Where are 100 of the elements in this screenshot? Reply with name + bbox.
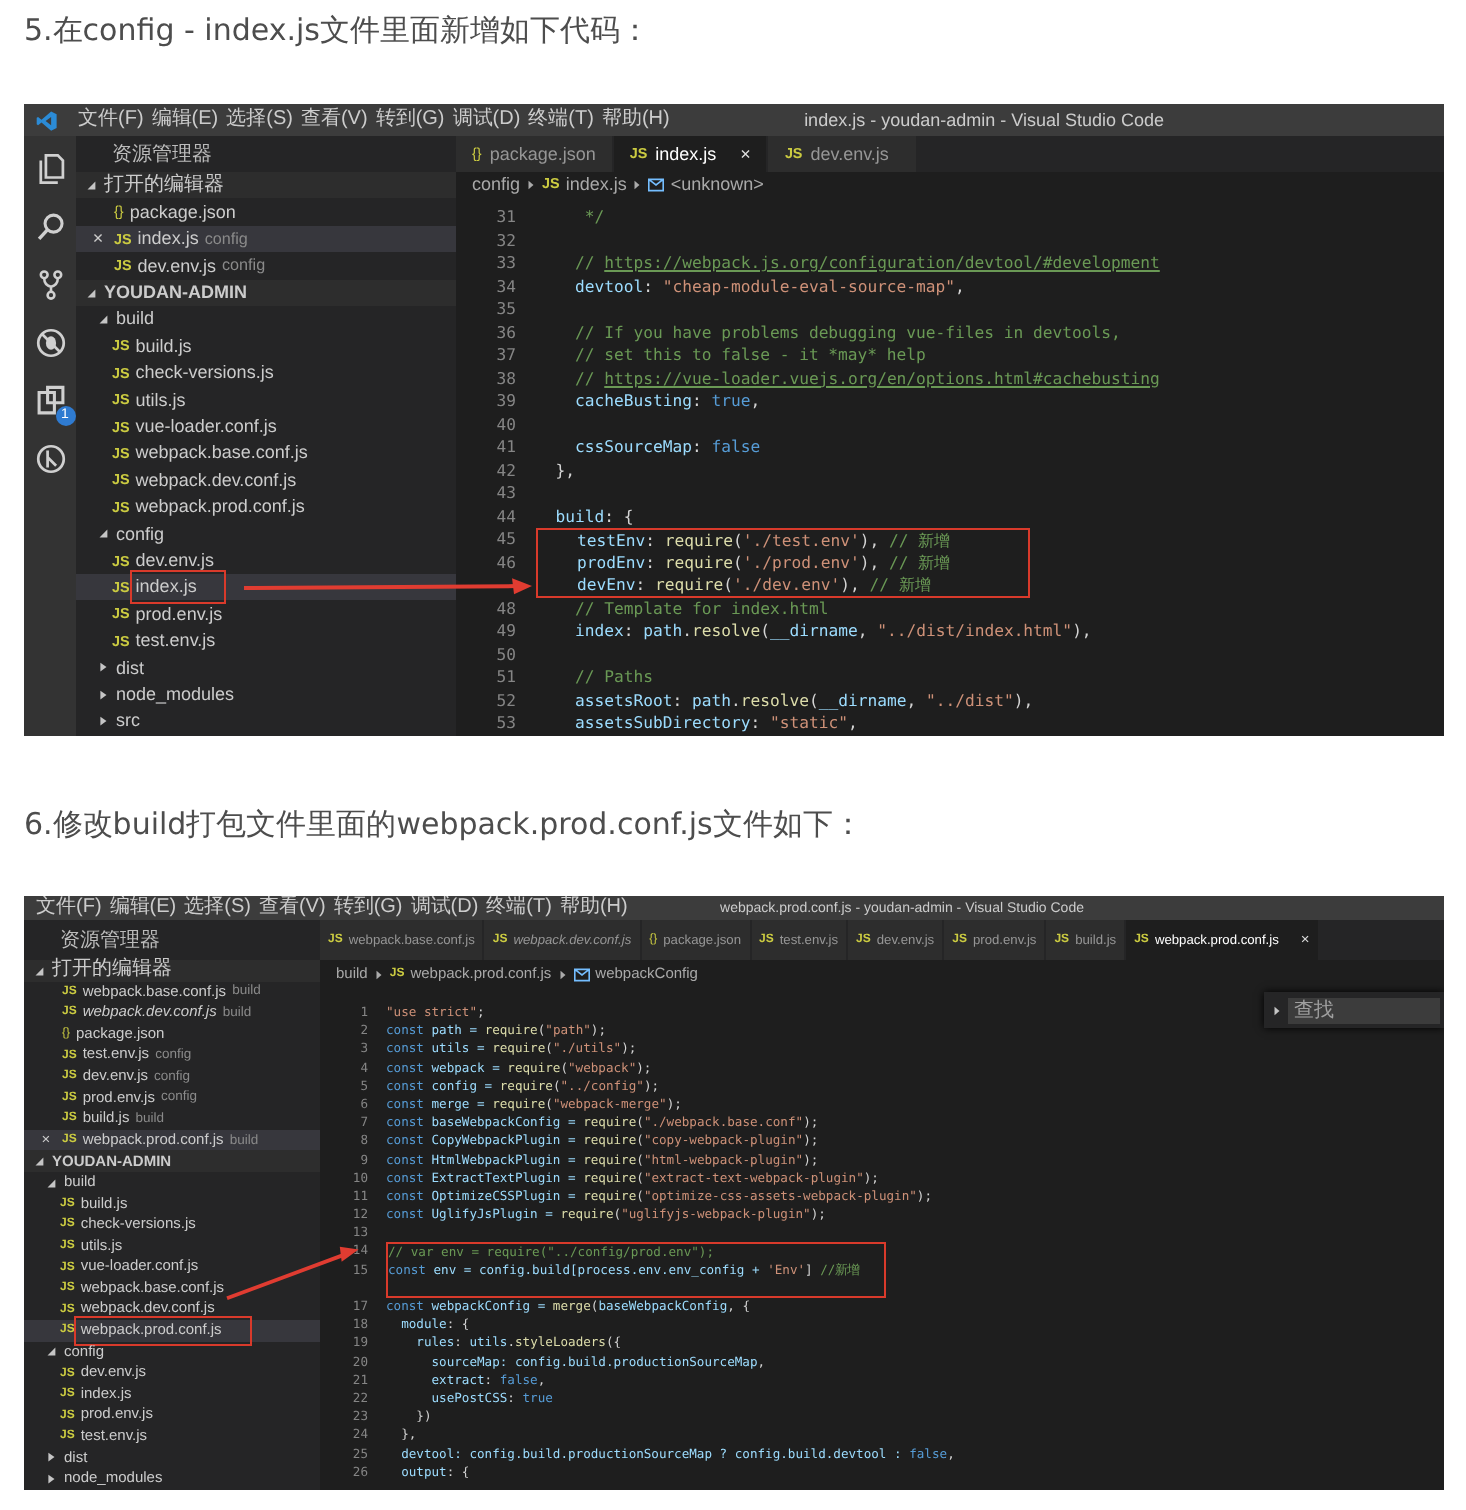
- menu-item[interactable]: 编辑(E): [109, 896, 177, 920]
- code-line: assetsSubDirectory: "static",: [572, 712, 858, 735]
- folder-name: src: [116, 710, 140, 732]
- file-name: index.js: [137, 228, 199, 250]
- menu-item[interactable]: 编辑(E): [151, 108, 219, 132]
- sidebar-title: 资源管理器: [58, 928, 162, 956]
- menu-item[interactable]: 转到(G): [333, 896, 403, 920]
- search-icon[interactable]: [33, 210, 67, 244]
- expand-icon[interactable]: [1272, 1003, 1282, 1017]
- files-icon[interactable]: [33, 152, 67, 186]
- line-number: 46: [496, 551, 516, 571]
- sidebar-title: 资源管理器: [110, 142, 214, 170]
- code-line: // Paths: [572, 666, 653, 689]
- folder-hint: config: [221, 256, 266, 275]
- folder-name: config: [116, 523, 165, 544]
- tree-item[interactable]: src: [76, 707, 456, 735]
- code-line: index: path.resolve(__dirname, "../dist/index.html"),: [572, 620, 1092, 643]
- menu-item[interactable]: 查看(V): [258, 896, 326, 920]
- file-name: dev.env.js: [135, 549, 214, 571]
- tab-label: dev.env.js: [810, 144, 889, 164]
- chevron-icon: [373, 967, 384, 981]
- line-number: 43: [496, 482, 516, 502]
- window-title: index.js - youdan-admin - Visual Studio Code: [804, 110, 1164, 130]
- line-number: 33: [496, 252, 516, 272]
- line-number: 40: [496, 413, 516, 433]
- code-line: testEnv: require('./test.env'), // 新增: [536, 528, 1030, 551]
- line-number: 34: [496, 275, 516, 295]
- file-name: prod.env.js: [135, 603, 223, 625]
- file-name: vue-loader.conf.js: [135, 416, 277, 437]
- file-name: package.json: [129, 201, 236, 223]
- line-number: 52: [496, 689, 516, 709]
- close-icon[interactable]: ×: [92, 229, 104, 248]
- line-number: 31: [496, 206, 516, 226]
- file-name: build.js: [135, 335, 192, 357]
- code-line: assetsRoot: path.resolve(__dirname, "../dist"),: [572, 689, 1034, 712]
- line-number: 42: [496, 459, 516, 479]
- chevron-icon: [632, 177, 643, 191]
- code-line: prodEnv: require('./prod.env'), // 新增: [536, 551, 1030, 574]
- line-number: 32: [496, 229, 516, 249]
- line-number: 50: [496, 643, 516, 663]
- line-number: 51: [496, 666, 516, 686]
- line-number: 37: [496, 344, 516, 364]
- menu-item[interactable]: 终端(T): [528, 108, 594, 132]
- tree-item[interactable]: build: [76, 305, 456, 333]
- debug-icon[interactable]: [33, 326, 67, 360]
- code-line: // Template for index.html: [572, 597, 829, 620]
- section-header[interactable]: YOUDAN-ADMIN: [76, 279, 456, 306]
- menu-item[interactable]: 查看(V): [300, 108, 368, 132]
- code-line: devtool: "cheap-module-eval-source-map",: [572, 275, 965, 298]
- breadcrumb-item[interactable]: index.js: [565, 175, 627, 193]
- code-line: build: {: [553, 505, 634, 528]
- line-number: 39: [496, 390, 516, 410]
- breadcrumb-item[interactable]: <unknown>: [670, 175, 764, 193]
- folder-name: node_modules: [116, 683, 235, 705]
- file-name: webpack.prod.conf.js: [135, 496, 305, 518]
- line-number: 35: [496, 298, 516, 318]
- menu-item[interactable]: 选择(S): [184, 896, 251, 920]
- file-name: index.js: [135, 576, 221, 598]
- code-line: */: [582, 206, 605, 229]
- menu-item[interactable]: 调试(D): [410, 896, 479, 920]
- folder-name: dist: [116, 657, 145, 678]
- code-line: // https://vue-loader.vuejs.org/en/options.html#cachebusting: [572, 367, 1160, 390]
- step-heading: 5.在config - index.js文件里面新增如下代码：: [24, 10, 652, 52]
- menu-item[interactable]: 终端(T): [486, 896, 552, 920]
- chevron-icon: [526, 177, 537, 191]
- menu-item[interactable]: 选择(S): [226, 108, 293, 132]
- folder-hint: config: [204, 229, 248, 248]
- line-number: 38: [496, 367, 516, 387]
- section-header[interactable]: 打开的编辑器: [76, 172, 456, 199]
- menu-item[interactable]: 转到(G): [375, 108, 445, 132]
- find-field[interactable]: 查找: [1288, 997, 1440, 1023]
- section-label: 打开的编辑器: [104, 175, 224, 196]
- menu-item[interactable]: 文件(F): [78, 108, 144, 132]
- line-number: 45: [496, 528, 516, 548]
- tab-label: package.json: [489, 144, 596, 164]
- code-line: },: [553, 459, 575, 482]
- breadcrumb-item[interactable]: config: [472, 175, 521, 193]
- tab-label: index.js: [655, 144, 717, 164]
- code-line: // If you have problems debugging vue-files in devtools,: [572, 321, 1121, 344]
- line-number: 49: [496, 620, 516, 640]
- menu-item[interactable]: 调试(D): [452, 108, 521, 132]
- file-name: webpack.dev.conf.js: [135, 469, 297, 491]
- circle-icon[interactable]: [33, 442, 67, 476]
- tree-item[interactable]: node_modules: [76, 680, 456, 708]
- chevron-icon: [557, 967, 568, 981]
- code-line: // https://webpack.js.org/configuration/devtool/#development: [572, 252, 1160, 275]
- tree-item[interactable]: config: [76, 520, 456, 547]
- file-name: check-versions.js: [135, 362, 274, 384]
- menu-item[interactable]: 帮助(H): [559, 896, 628, 920]
- tree-item[interactable]: dist: [76, 654, 456, 681]
- code-line: cacheBusting: true,: [572, 390, 761, 413]
- section-label: 打开的编辑器: [52, 960, 172, 981]
- line-number: 41: [496, 436, 516, 456]
- line-number: 48: [496, 597, 516, 617]
- extensions-icon[interactable]: [33, 384, 67, 418]
- menu-item[interactable]: 帮助(H): [601, 108, 670, 132]
- section-header[interactable]: 打开的编辑器: [24, 960, 320, 982]
- close-icon[interactable]: ×: [724, 145, 751, 163]
- code-line: cssSourceMap: false: [572, 436, 761, 459]
- step-heading: 6.修改build打包文件里面的webpack.prod.conf.js文件如下：: [24, 804, 865, 846]
